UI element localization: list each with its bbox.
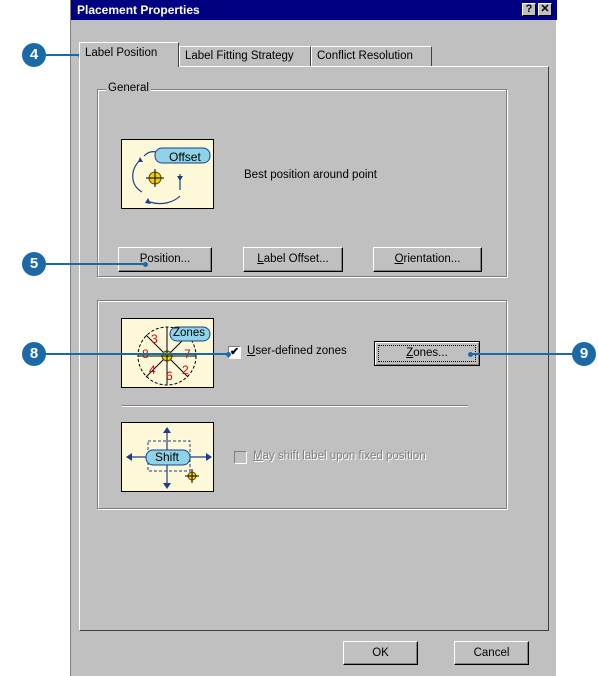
general-group: General Offset Best position around poin…	[97, 82, 507, 277]
position-description: Best position around point	[244, 169, 377, 181]
callout-9-line	[470, 353, 578, 355]
label-offset-button[interactable]: Label Offset...	[243, 247, 343, 272]
cancel-button[interactable]: Cancel	[454, 641, 529, 665]
offset-badge-label: Offset	[169, 150, 201, 164]
tab-label: Conflict Resolution	[317, 50, 413, 62]
offset-thumbnail: Offset	[121, 139, 214, 209]
callout-4-badge: 4	[22, 43, 46, 67]
tab-conflict-resolution[interactable]: Conflict Resolution	[311, 46, 432, 66]
window-title: Placement Properties	[77, 3, 200, 17]
help-button[interactable]: ?	[522, 3, 536, 16]
callout-8-dot	[226, 352, 231, 357]
may-shift-label-text[interactable]: May shift label upon fixed position	[253, 450, 426, 462]
tab-panel: General Offset Best position around poin…	[79, 66, 549, 631]
zones-group: Zones 3 7 8 1 4 6 2 ✔ User-defined zones…	[97, 300, 507, 509]
callout-5-dot	[143, 262, 148, 267]
zone-number: 4	[149, 363, 156, 377]
position-button[interactable]: Position...	[118, 247, 212, 272]
callout-8-line	[32, 353, 229, 355]
shift-thumbnail: Shift	[121, 422, 214, 492]
tab-label-position[interactable]: Label Position	[79, 42, 179, 67]
zone-number: 3	[151, 332, 158, 346]
user-defined-zones-text: ser-defined zones	[255, 345, 347, 357]
label-offset-button-label: abel Offset...	[263, 253, 329, 265]
title-bar[interactable]: Placement Properties ? ✕	[71, 0, 557, 20]
focus-rect	[378, 345, 476, 362]
general-legend: General	[106, 82, 151, 94]
may-shift-rest: ay shift label upon fixed position	[262, 450, 426, 462]
callout-8-badge: 8	[22, 342, 46, 366]
callout-5-badge: 5	[22, 252, 46, 276]
callout-9-dot	[468, 352, 473, 357]
callout-5-line	[32, 263, 146, 265]
tab-label: Label Fitting Strategy	[185, 50, 294, 62]
checkmark-icon: ✔	[230, 346, 240, 358]
user-defined-zones-label[interactable]: User-defined zones	[247, 345, 347, 357]
tab-label-fitting-strategy[interactable]: Label Fitting Strategy	[179, 46, 311, 66]
zone-number: 6	[166, 369, 173, 383]
zones-button[interactable]: Zones...	[374, 341, 480, 366]
orientation-button[interactable]: Orientation...	[373, 247, 482, 272]
callout-9-badge: 9	[572, 342, 596, 366]
section-divider	[122, 405, 468, 407]
zone-number: 2	[182, 363, 189, 377]
orientation-button-label: rientation...	[403, 253, 461, 265]
orientation-mnemonic: O	[394, 253, 404, 265]
position-button-label: osition...	[147, 253, 191, 265]
zones-badge-label: Zones	[173, 327, 205, 339]
may-shift-label-checkbox[interactable]	[234, 451, 247, 464]
close-button[interactable]: ✕	[538, 3, 552, 16]
tab-label: Label Position	[85, 47, 158, 59]
placement-properties-dialog: Placement Properties ? ✕ Label Position …	[70, 0, 557, 676]
may-shift-mnemonic: M	[253, 450, 263, 462]
shift-badge-label: Shift	[155, 450, 180, 464]
ok-button[interactable]: OK	[343, 641, 418, 665]
